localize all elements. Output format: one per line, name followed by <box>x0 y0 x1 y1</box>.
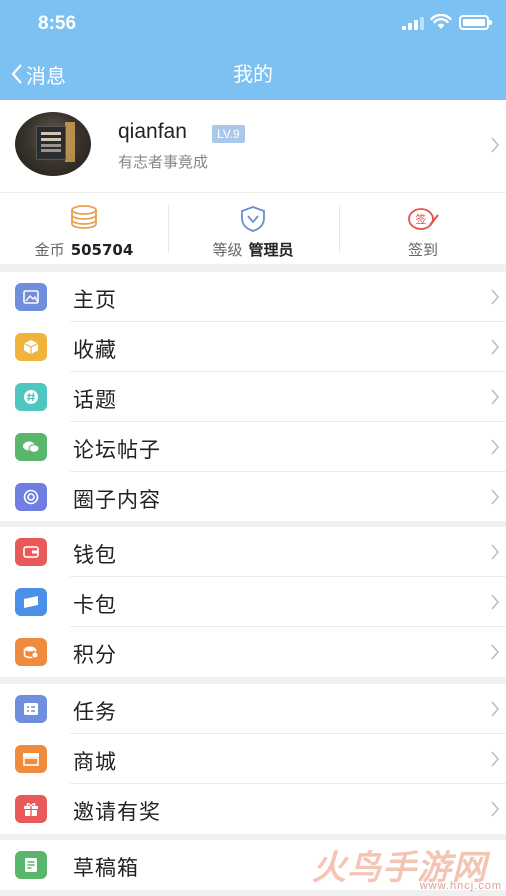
chevron-right-icon <box>491 489 499 505</box>
menu-label: 圈子内容 <box>73 488 161 512</box>
sign-in-label: 签到 <box>407 241 438 259</box>
chevron-right-icon <box>491 751 499 767</box>
avatar[interactable] <box>15 112 91 176</box>
chevron-right-icon <box>491 544 499 560</box>
box-icon <box>15 333 47 361</box>
menu-item-topics[interactable]: 话题 <box>0 372 506 422</box>
menu-label: 积分 <box>73 643 117 667</box>
menu-item-tasks[interactable]: 任务 <box>0 684 506 734</box>
menu-item-favorites[interactable]: 收藏 <box>0 322 506 372</box>
chevron-right-icon <box>491 701 499 717</box>
menu-item-wallet[interactable]: 钱包 <box>0 527 506 577</box>
menu-label: 邀请有奖 <box>73 800 161 824</box>
draft-icon <box>15 851 47 879</box>
shield-icon <box>241 206 265 232</box>
sign-in-icon: 签 <box>408 208 439 230</box>
menu-item-store[interactable]: 商城 <box>0 734 506 784</box>
stats-bar: 金币 505704 等级 管理员 签 签到 <box>0 192 506 264</box>
profile-card[interactable] <box>0 100 506 192</box>
level-value: 管理员 <box>248 241 294 259</box>
menu-item-invite-rewards[interactable]: 邀请有奖 <box>0 784 506 834</box>
menu-item-points[interactable]: 积分 <box>0 627 506 677</box>
chevron-left-icon <box>11 64 22 84</box>
chevron-right-icon <box>491 339 499 355</box>
back-button[interactable]: 消息 <box>10 58 66 90</box>
wifi-icon <box>430 14 452 29</box>
coins-icon <box>71 205 97 229</box>
points-icon <box>15 638 47 666</box>
stat-level[interactable]: 等级 管理员 <box>169 193 337 265</box>
menu-label: 草稿箱 <box>73 856 139 880</box>
store-icon <box>15 745 47 773</box>
menu-group-finance: 钱包 卡包 积分 <box>0 527 506 677</box>
menu-group-activities: 任务 商城 邀请有奖 <box>0 684 506 834</box>
home-image-icon <box>15 283 47 311</box>
menu-item-drafts[interactable]: 草稿箱 <box>0 840 506 890</box>
wallet-icon <box>15 538 47 566</box>
stat-sign-in[interactable]: 签 签到 <box>340 193 506 265</box>
level-badge: LV.9 <box>212 125 245 143</box>
circle-icon <box>15 483 47 511</box>
profile-motto: 有志者事竟成 <box>118 153 209 171</box>
coins-label: 金币 <box>34 241 65 259</box>
task-icon <box>15 695 47 723</box>
menu-item-forum-posts[interactable]: 论坛帖子 <box>0 422 506 472</box>
menu-label: 卡包 <box>73 593 117 617</box>
chevron-right-icon <box>491 644 499 660</box>
menu-label: 任务 <box>73 700 117 724</box>
chevron-right-icon <box>491 439 499 455</box>
menu-item-home[interactable]: 主页 <box>0 272 506 322</box>
menu-label: 商城 <box>73 750 117 774</box>
chevron-right-icon <box>491 801 499 817</box>
username: qianfan <box>118 120 187 143</box>
chevron-right-icon <box>491 137 499 153</box>
chevron-right-icon <box>491 389 499 405</box>
menu-label: 论坛帖子 <box>73 438 161 462</box>
status-bar: 8:56 <box>0 0 506 50</box>
status-time: 8:56 <box>38 13 77 34</box>
level-label: 等级 <box>212 241 243 259</box>
stat-coins[interactable]: 金币 505704 <box>0 193 168 265</box>
menu-label: 话题 <box>73 388 117 412</box>
menu-group-drafts: 草稿箱 <box>0 840 506 890</box>
battery-icon <box>459 15 492 30</box>
svg-text:签: 签 <box>416 212 427 226</box>
chevron-right-icon <box>491 594 499 610</box>
chevron-right-icon <box>491 289 499 305</box>
chat-icon <box>15 433 47 461</box>
coins-value: 505704 <box>70 241 134 259</box>
menu-group-main: 主页 收藏 话题 论坛帖子 圈子内容 <box>0 272 506 521</box>
gift-icon <box>15 795 47 823</box>
card-icon <box>15 588 47 616</box>
signal-icon <box>402 16 424 30</box>
menu-label: 主页 <box>73 288 117 312</box>
menu-label: 收藏 <box>73 338 117 362</box>
back-label: 消息 <box>26 63 66 88</box>
menu-label: 钱包 <box>73 543 117 567</box>
menu-item-circle-content[interactable]: 圈子内容 <box>0 472 506 522</box>
hashtag-icon <box>15 383 47 411</box>
menu-item-card-wallet[interactable]: 卡包 <box>0 577 506 627</box>
